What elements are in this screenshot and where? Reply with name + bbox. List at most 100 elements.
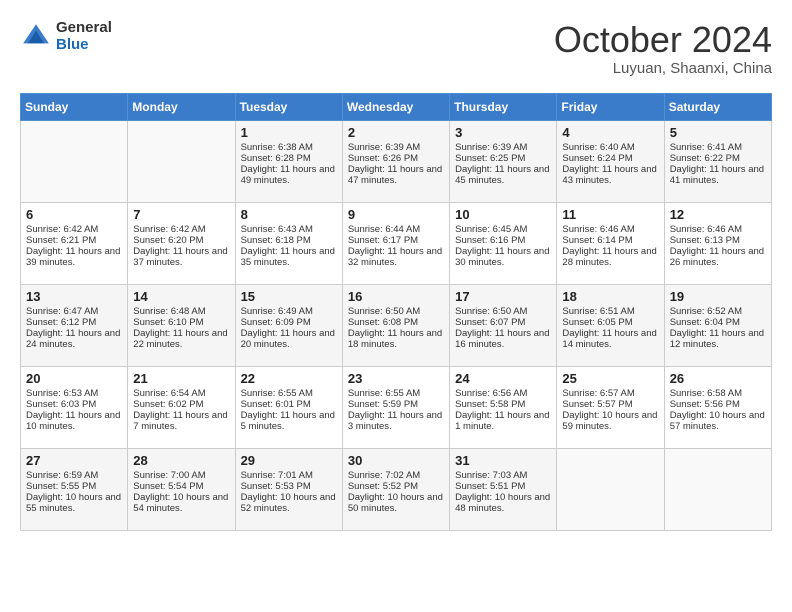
calendar-cell: 28Sunrise: 7:00 AMSunset: 5:54 PMDayligh… <box>128 448 235 530</box>
daylight-info: Daylight: 10 hours and 48 minutes. <box>455 492 551 514</box>
day-number: 31 <box>455 453 551 468</box>
calendar-cell: 31 Sunrise: 7:03 AMSunset: 5:51 PMDayligh… <box>450 448 557 530</box>
calendar-header-day: Sunday <box>21 93 128 120</box>
sunset-info: Sunset: 6:28 PM <box>241 153 337 164</box>
sunrise-info: Sunrise: 7:00 AM <box>133 470 229 481</box>
calendar-header-row: SundayMondayTuesdayWednesdayThursdayFrid… <box>21 93 772 120</box>
sunset-info: Sunset: 5:55 PM <box>26 481 122 492</box>
sunrise-info: Sunrise: 6:55 AM <box>241 388 337 399</box>
calendar-week-row: 20Sunrise: 6:53 AMSunset: 6:03 PMDayligh… <box>21 366 772 448</box>
sunrise-info: Sunrise: 7:01 AM <box>241 470 337 481</box>
day-number: 11 <box>562 207 658 222</box>
calendar-cell: 4Sunrise: 6:40 AMSunset: 6:24 PMDaylight… <box>557 120 664 202</box>
daylight-info: Daylight: 11 hours and 35 minutes. <box>241 246 337 268</box>
daylight-info: Daylight: 11 hours and 41 minutes. <box>670 164 766 186</box>
daylight-info: Daylight: 11 hours and 10 minutes. <box>26 410 122 432</box>
daylight-info: Daylight: 11 hours and 26 minutes. <box>670 246 766 268</box>
daylight-info: Daylight: 10 hours and 52 minutes. <box>241 492 337 514</box>
sunset-info: Sunset: 5:52 PM <box>348 481 444 492</box>
calendar-cell: 25Sunrise: 6:57 AMSunset: 5:57 PMDayligh… <box>557 366 664 448</box>
day-number: 4 <box>562 125 658 140</box>
calendar-cell: 15Sunrise: 6:49 AMSunset: 6:09 PMDayligh… <box>235 284 342 366</box>
sunrise-info: Sunrise: 6:50 AM <box>348 306 444 317</box>
daylight-info: Daylight: 11 hours and 1 minute. <box>455 410 551 432</box>
sunset-info: Sunset: 6:08 PM <box>348 317 444 328</box>
daylight-info: Daylight: 11 hours and 37 minutes. <box>133 246 229 268</box>
calendar-cell: 18Sunrise: 6:51 AMSunset: 6:05 PMDayligh… <box>557 284 664 366</box>
sunrise-info: Sunrise: 6:57 AM <box>562 388 658 399</box>
page-header: General Blue October 2024 Luyuan, Shaanx… <box>20 20 772 77</box>
location-subtitle: Luyuan, Shaanxi, China <box>554 60 772 77</box>
calendar-header-day: Wednesday <box>342 93 449 120</box>
calendar-header-day: Tuesday <box>235 93 342 120</box>
logo-icon <box>20 21 52 53</box>
calendar-cell: 29Sunrise: 7:01 AMSunset: 5:53 PMDayligh… <box>235 448 342 530</box>
day-number: 15 <box>241 289 337 304</box>
sunrise-info: Sunrise: 6:46 AM <box>670 224 766 235</box>
day-number: 3 <box>455 125 551 140</box>
daylight-info: Daylight: 11 hours and 5 minutes. <box>241 410 337 432</box>
sunset-info: Sunset: 6:26 PM <box>348 153 444 164</box>
sunset-info: Sunset: 5:57 PM <box>562 399 658 410</box>
sunset-info: Sunset: 6:10 PM <box>133 317 229 328</box>
calendar-cell: 27Sunrise: 6:59 AMSunset: 5:55 PMDayligh… <box>21 448 128 530</box>
day-number: 2 <box>348 125 444 140</box>
sunset-info: Sunset: 6:05 PM <box>562 317 658 328</box>
day-number: 17 <box>455 289 551 304</box>
daylight-info: Daylight: 11 hours and 45 minutes. <box>455 164 551 186</box>
calendar-week-row: 13Sunrise: 6:47 AMSunset: 6:12 PMDayligh… <box>21 284 772 366</box>
sunrise-info: Sunrise: 7:03 AM <box>455 470 551 481</box>
sunrise-info: Sunrise: 6:53 AM <box>26 388 122 399</box>
calendar-week-row: 6Sunrise: 6:42 AMSunset: 6:21 PMDaylight… <box>21 202 772 284</box>
calendar-cell: 6Sunrise: 6:42 AMSunset: 6:21 PMDaylight… <box>21 202 128 284</box>
daylight-info: Daylight: 11 hours and 32 minutes. <box>348 246 444 268</box>
daylight-info: Daylight: 11 hours and 3 minutes. <box>348 410 444 432</box>
sunset-info: Sunset: 6:22 PM <box>670 153 766 164</box>
sunrise-info: Sunrise: 6:47 AM <box>26 306 122 317</box>
title-block: October 2024 Luyuan, Shaanxi, China <box>554 20 772 77</box>
sunset-info: Sunset: 5:51 PM <box>455 481 551 492</box>
daylight-info: Daylight: 10 hours and 57 minutes. <box>670 410 766 432</box>
day-number: 23 <box>348 371 444 386</box>
sunset-info: Sunset: 6:09 PM <box>241 317 337 328</box>
sunrise-info: Sunrise: 6:44 AM <box>348 224 444 235</box>
day-number: 25 <box>562 371 658 386</box>
calendar-cell: 16Sunrise: 6:50 AMSunset: 6:08 PMDayligh… <box>342 284 449 366</box>
calendar-cell: 14Sunrise: 6:48 AMSunset: 6:10 PMDayligh… <box>128 284 235 366</box>
day-number: 27 <box>26 453 122 468</box>
sunrise-info: Sunrise: 6:48 AM <box>133 306 229 317</box>
sunrise-info: Sunrise: 6:42 AM <box>133 224 229 235</box>
sunset-info: Sunset: 6:03 PM <box>26 399 122 410</box>
day-number: 21 <box>133 371 229 386</box>
calendar-cell: 19Sunrise: 6:52 AMSunset: 6:04 PMDayligh… <box>664 284 771 366</box>
logo-text: General Blue <box>56 20 112 53</box>
calendar-cell: 12Sunrise: 6:46 AMSunset: 6:13 PMDayligh… <box>664 202 771 284</box>
sunset-info: Sunset: 6:04 PM <box>670 317 766 328</box>
sunset-info: Sunset: 6:24 PM <box>562 153 658 164</box>
sunset-info: Sunset: 6:01 PM <box>241 399 337 410</box>
calendar-cell <box>664 448 771 530</box>
calendar-cell: 30Sunrise: 7:02 AMSunset: 5:52 PMDayligh… <box>342 448 449 530</box>
daylight-info: Daylight: 11 hours and 12 minutes. <box>670 328 766 350</box>
sunset-info: Sunset: 6:21 PM <box>26 235 122 246</box>
daylight-info: Daylight: 11 hours and 30 minutes. <box>455 246 551 268</box>
sunrise-info: Sunrise: 6:56 AM <box>455 388 551 399</box>
daylight-info: Daylight: 11 hours and 43 minutes. <box>562 164 658 186</box>
calendar-cell: 11Sunrise: 6:46 AMSunset: 6:14 PMDayligh… <box>557 202 664 284</box>
sunrise-info: Sunrise: 6:51 AM <box>562 306 658 317</box>
sunrise-info: Sunrise: 6:45 AM <box>455 224 551 235</box>
sunrise-info: Sunrise: 7:02 AM <box>348 470 444 481</box>
sunrise-info: Sunrise: 6:55 AM <box>348 388 444 399</box>
day-number: 18 <box>562 289 658 304</box>
calendar-header-day: Friday <box>557 93 664 120</box>
sunrise-info: Sunrise: 6:41 AM <box>670 142 766 153</box>
calendar-header-day: Monday <box>128 93 235 120</box>
day-number: 8 <box>241 207 337 222</box>
day-number: 5 <box>670 125 766 140</box>
daylight-info: Daylight: 11 hours and 47 minutes. <box>348 164 444 186</box>
day-number: 1 <box>241 125 337 140</box>
calendar-cell: 1Sunrise: 6:38 AMSunset: 6:28 PMDaylight… <box>235 120 342 202</box>
sunset-info: Sunset: 5:53 PM <box>241 481 337 492</box>
calendar-cell <box>128 120 235 202</box>
daylight-info: Daylight: 11 hours and 49 minutes. <box>241 164 337 186</box>
